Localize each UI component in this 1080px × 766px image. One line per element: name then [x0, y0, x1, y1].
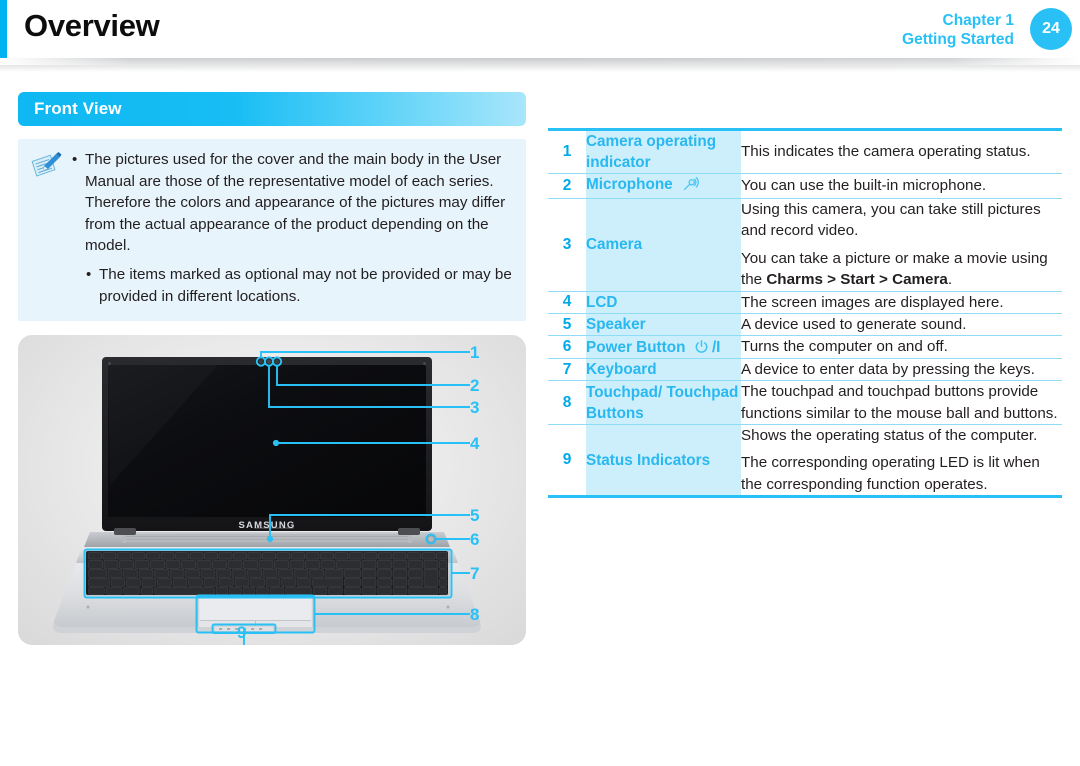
table-row: 9 Status Indicators Shows the operating … [548, 424, 1062, 496]
table-row: 7 Keyboard A device to enter data by pre… [548, 357, 1062, 381]
table-row: 3 Camera Using this camera, you can take… [548, 198, 1062, 292]
front-view-spec-table: 1 Camera operating indicator This indica… [548, 128, 1062, 499]
front-view-illustration-panel: SAMSUNG 1 2 3 4 5 6 7 8 9 [18, 335, 526, 646]
page-number-badge: 24 [1030, 8, 1072, 50]
table-bottom-rule [548, 495, 1062, 499]
row-label-text: Microphone [586, 176, 673, 193]
row-label: Power Button /I [586, 335, 741, 359]
microphone-icon [682, 175, 699, 198]
row-description-line: You can use the built-in microphone. [741, 177, 987, 195]
row-number: 9 [548, 424, 586, 496]
bullet-glyph: • [86, 265, 92, 283]
laptop-front-view-illustration: SAMSUNG [53, 351, 481, 646]
row-description-line: A device to enter data by pressing the k… [741, 360, 1035, 378]
row-description: Shows the operating status of the comput… [741, 424, 1062, 496]
table-row: 6 Power Button /I Turns the computer on … [548, 335, 1062, 359]
row-label: Keyboard [586, 357, 741, 381]
left-column: Front View • The pictures used for the c… [18, 92, 526, 646]
power-icon [695, 339, 712, 356]
note-list: • The pictures used for the cover and th… [72, 149, 514, 307]
bullet-glyph: • [72, 151, 78, 168]
row-description-line: Using this camera, you can take still pi… [741, 201, 1041, 240]
row-label-text: Power Button [586, 338, 686, 356]
row-description-line: A device used to generate sound. [741, 316, 967, 334]
table-row: 4 LCD The screen images are displayed he… [548, 290, 1062, 314]
note-list-item: • The pictures used for the cover and th… [72, 149, 514, 257]
row-description-line: The touchpad and touchpad buttons provid… [741, 383, 1058, 422]
note-list-item: • The items marked as optional may not b… [86, 264, 514, 307]
row-number: 5 [548, 313, 586, 336]
callout-number-8: 8 [470, 605, 480, 625]
row-label: Status Indicators [586, 424, 741, 496]
page-header: Overview Chapter 1 Getting Started 24 [0, 0, 1080, 58]
row-description-line: The corresponding operating LED is lit w… [741, 454, 1040, 493]
page-title: Overview [24, 8, 160, 43]
callout-number-5: 5 [470, 506, 480, 526]
table-row: 5 Speaker A device used to generate soun… [548, 313, 1062, 336]
row-number: 4 [548, 290, 586, 314]
table-row: 8 Touchpad/ Touchpad Buttons The touchpa… [548, 380, 1062, 425]
row-description: A device used to generate sound. [741, 313, 1062, 336]
row-label: Touchpad/ Touchpad Buttons [586, 380, 741, 425]
row-label: Camera operating indicator [586, 131, 741, 174]
row-number: 8 [548, 380, 586, 425]
row-description: This indicates the camera operating stat… [741, 131, 1062, 174]
row-description-line: Turns the computer on and off. [741, 338, 948, 356]
svg-text:SAMSUNG: SAMSUNG [239, 520, 296, 531]
row-description-line: This indicates the camera operating stat… [741, 143, 1031, 161]
row-description-line: Shows the operating status of the comput… [741, 427, 1038, 445]
header-breadcrumb: Chapter 1 Getting Started [902, 11, 1014, 49]
note-box: • The pictures used for the cover and th… [18, 139, 526, 322]
row-description: You can use the built-in microphone. [741, 173, 1062, 199]
header-chapter-label: Chapter 1 [942, 12, 1015, 29]
section-heading-bar: Front View [18, 92, 526, 126]
row-number: 2 [548, 173, 586, 199]
row-description: The touchpad and touchpad buttons provid… [741, 380, 1062, 425]
callout-number-2: 2 [470, 376, 480, 396]
header-section-label: Getting Started [902, 31, 1014, 48]
callout-number-3: 3 [470, 398, 480, 418]
row-number: 1 [548, 131, 586, 174]
row-description-line: The screen images are displayed here. [741, 293, 1004, 311]
note-pen-icon [30, 151, 64, 179]
row-description: Turns the computer on and off. [741, 335, 1062, 359]
callout-number-7: 7 [470, 564, 480, 584]
callout-number-6: 6 [470, 530, 480, 550]
row-description-line: You can take a picture or make a movie u… [741, 249, 1048, 289]
row-label: Camera [586, 198, 741, 292]
header-divider-shadow [0, 58, 1080, 72]
power-icon-suffix: /I [711, 338, 721, 356]
row-description: The screen images are displayed here. [741, 290, 1062, 314]
row-number: 6 [548, 335, 586, 359]
callout-number-1: 1 [470, 343, 480, 363]
row-description: Using this camera, you can take still pi… [741, 198, 1062, 292]
row-number: 3 [548, 198, 586, 292]
callout-number-9: 9 [237, 623, 247, 643]
row-label: Speaker [586, 313, 741, 336]
callout-number-4: 4 [470, 434, 480, 454]
section-heading-label: Front View [34, 99, 122, 118]
note-item-text: The items marked as optional may not be … [99, 265, 512, 305]
table-row: 2 Microphone You can use the built-in mi… [548, 173, 1062, 199]
row-label: Microphone [586, 173, 741, 199]
row-label: LCD [586, 290, 741, 314]
table-row: 1 Camera operating indicator This indica… [548, 131, 1062, 174]
row-number: 7 [548, 357, 586, 381]
camera-path-emphasis: Charms > Start > Camera [766, 271, 948, 289]
header-accent-bar [0, 0, 7, 58]
note-item-text: The pictures used for the cover and the … [85, 151, 506, 255]
row-description: A device to enter data by pressing the k… [741, 357, 1062, 381]
